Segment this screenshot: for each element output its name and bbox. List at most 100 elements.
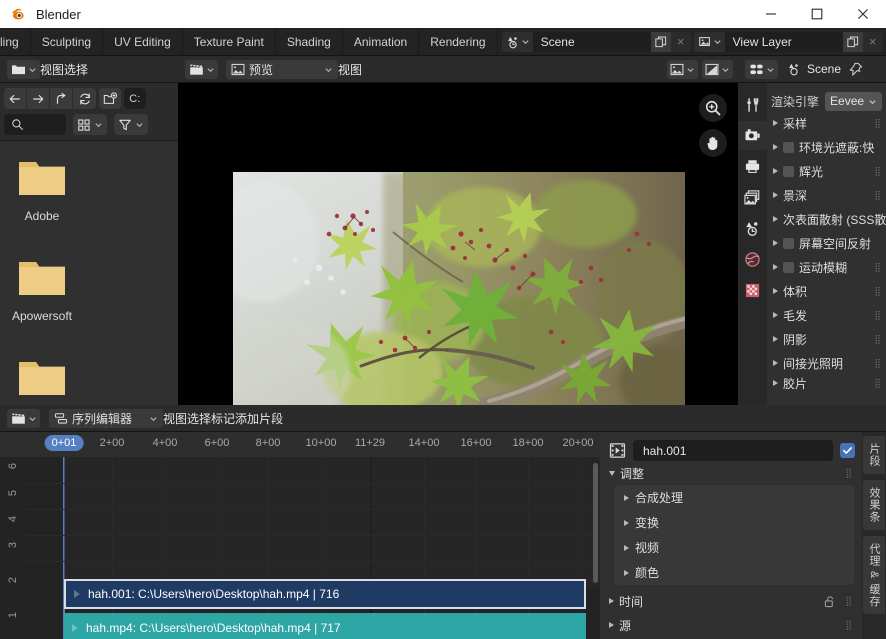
workspace-tab-rendering[interactable]: Rendering [419, 28, 497, 55]
new-folder-icon[interactable] [99, 88, 121, 109]
file-browser-list[interactable]: Adobe Apowersoft [0, 141, 178, 405]
tab-proxy-cache[interactable]: 代理 & 缓存 [863, 536, 885, 614]
panel-checkbox[interactable] [783, 142, 794, 153]
display-mode-select[interactable]: 预览 [226, 60, 338, 79]
properties-tab-texture[interactable] [738, 276, 767, 305]
unlink-scene-button[interactable]: × [671, 32, 691, 52]
render-engine-select[interactable]: Eevee [825, 92, 882, 111]
panel-ambient-occlusion[interactable]: 环境光遮蔽:快 [767, 135, 886, 159]
unlock-icon[interactable] [823, 595, 836, 608]
pin-icon[interactable] [849, 62, 863, 76]
new-copy-icon[interactable] [843, 32, 863, 52]
panel-film[interactable]: 胶片 ⣿ [767, 375, 886, 391]
properties-panel-list[interactable]: 渲染引擎 Eevee 采样 ⣿ 环境光遮蔽:快 辉光 ⣿ [767, 83, 886, 405]
arrow-up-parent-icon[interactable] [50, 88, 73, 109]
panel-checkbox[interactable] [783, 262, 794, 273]
file-menu-select[interactable]: 选择 [64, 61, 88, 78]
panel-hair[interactable]: 毛发 ⣿ [767, 303, 886, 327]
timeline-ruler[interactable]: 2+00 4+00 6+00 8+00 10+00 11+29 14+00 16… [0, 432, 600, 457]
panel-indirect-lighting[interactable]: 间接光照明 ⣿ [767, 351, 886, 375]
properties-tab-tool[interactable] [738, 90, 767, 119]
properties-editor-icon[interactable] [745, 60, 778, 79]
workspace-tab-modeling[interactable]: ling [0, 28, 31, 55]
zoom-magnifier-icon[interactable] [699, 94, 727, 122]
panel-motion-blur[interactable]: 运动模糊 ⣿ [767, 255, 886, 279]
strip-enable-checkbox[interactable] [840, 443, 855, 458]
arrow-left-icon[interactable] [4, 88, 27, 109]
new-copy-icon[interactable] [651, 32, 671, 52]
arrow-right-icon[interactable] [27, 88, 50, 109]
properties-tab-world[interactable] [738, 245, 767, 274]
playhead-frame-indicator[interactable]: 0+01 [45, 435, 84, 451]
panel-transform[interactable]: 变换 [614, 510, 854, 535]
panel-checkbox[interactable] [783, 166, 794, 177]
strip-handle-icon[interactable] [72, 624, 78, 632]
file-browser-editor-icon[interactable] [7, 60, 40, 79]
tab-strip[interactable]: 片段 [863, 436, 885, 474]
vertical-scrollbar[interactable] [593, 463, 598, 583]
sequencer-editor-icon[interactable] [7, 409, 40, 428]
maximize-icon[interactable] [794, 0, 840, 28]
sequencer-menu-strip[interactable]: 片段 [259, 410, 283, 427]
properties-tab-scene[interactable] [738, 214, 767, 243]
image-display-icon[interactable] [667, 60, 698, 79]
tab-effect-strip[interactable]: 效果条 [863, 480, 885, 530]
file-menu-view[interactable]: 视图 [40, 61, 64, 78]
preview-menu-view[interactable]: 视图 [338, 61, 362, 78]
view-layer-name[interactable]: View Layer [725, 32, 843, 52]
workspace-tab-animation[interactable]: Animation [343, 28, 419, 55]
sequencer-menu-add[interactable]: 添加 [235, 410, 259, 427]
sequencer-timeline-canvas[interactable]: 6 5 4 3 2 1 hah.001: C:\Users\hero\Deskt… [0, 457, 600, 639]
scene-name[interactable]: Scene [533, 32, 651, 52]
panel-adjust[interactable]: 调整 ⣿ [600, 461, 862, 485]
panel-depth-of-field[interactable]: 景深 ⣿ [767, 183, 886, 207]
grip-icon: ⣿ [845, 622, 853, 629]
unlink-view-layer-button[interactable]: × [863, 32, 883, 52]
workspace-tab-sculpting[interactable]: Sculpting [31, 28, 103, 55]
panel-shadows[interactable]: 阴影 ⣿ [767, 327, 886, 351]
sequencer-editor-icon[interactable] [185, 60, 218, 79]
panel-time[interactable]: 时间 ⣿ [600, 589, 862, 613]
scene-selector[interactable]: Scene × [502, 32, 691, 52]
minimize-icon[interactable] [748, 0, 794, 28]
sequencer-menu-select[interactable]: 选择 [187, 410, 211, 427]
panel-bloom[interactable]: 辉光 ⣿ [767, 159, 886, 183]
list-item[interactable]: Apowersoft [0, 253, 84, 323]
panel-compositing[interactable]: 合成处理 [614, 485, 854, 510]
refresh-icon[interactable] [73, 88, 96, 109]
search-input[interactable] [4, 114, 66, 135]
panel-sampling[interactable]: 采样 ⣿ [767, 111, 886, 135]
properties-tab-render[interactable] [738, 121, 767, 150]
drive-path-field[interactable]: C: [124, 88, 146, 109]
list-item[interactable] [0, 353, 84, 405]
strip-handle-icon[interactable] [74, 590, 80, 598]
display-mode-dropdown[interactable] [73, 114, 107, 135]
list-item[interactable]: Adobe [0, 153, 84, 223]
table-row[interactable]: hah.mp4: C:\Users\hero\Desktop\hah.mp4 |… [64, 613, 586, 639]
workspace-tab-uv-editing[interactable]: UV Editing [103, 28, 183, 55]
scene-icon[interactable] [502, 32, 533, 52]
panel-volumetrics[interactable]: 体积 ⣿ [767, 279, 886, 303]
panel-checkbox[interactable] [783, 238, 794, 249]
view-transform-icon[interactable] [702, 60, 733, 79]
panel-video[interactable]: 视频 [614, 535, 854, 560]
panel-source[interactable]: 源 ⣿ [600, 613, 862, 637]
sequencer-menu-view[interactable]: 视图 [163, 410, 187, 427]
panel-screen-space-reflections[interactable]: 屏幕空间反射 [767, 231, 886, 255]
view-layer-selector[interactable]: View Layer × [694, 32, 883, 52]
close-icon[interactable] [840, 0, 886, 28]
properties-tab-output[interactable] [738, 152, 767, 181]
view-layer-icon[interactable] [694, 32, 725, 52]
panel-color[interactable]: 颜色 [614, 560, 854, 585]
workspace-tab-shading[interactable]: Shading [276, 28, 343, 55]
sequencer-view-type-select[interactable]: 序列编辑器 [49, 409, 163, 428]
filter-dropdown[interactable] [114, 114, 148, 135]
workspace-tab-texture-paint[interactable]: Texture Paint [183, 28, 276, 55]
pan-hand-icon[interactable] [699, 129, 727, 157]
strip-name-field[interactable]: hah.001 [633, 440, 833, 461]
sequencer-menu-marker[interactable]: 标记 [211, 410, 235, 427]
table-row[interactable]: hah.001: C:\Users\hero\Desktop\hah.mp4 |… [64, 579, 586, 609]
panel-subsurface-scattering[interactable]: 次表面散射 (SSS散 [767, 207, 886, 231]
properties-tab-view-layer[interactable] [738, 183, 767, 212]
preview-canvas[interactable] [178, 83, 738, 405]
